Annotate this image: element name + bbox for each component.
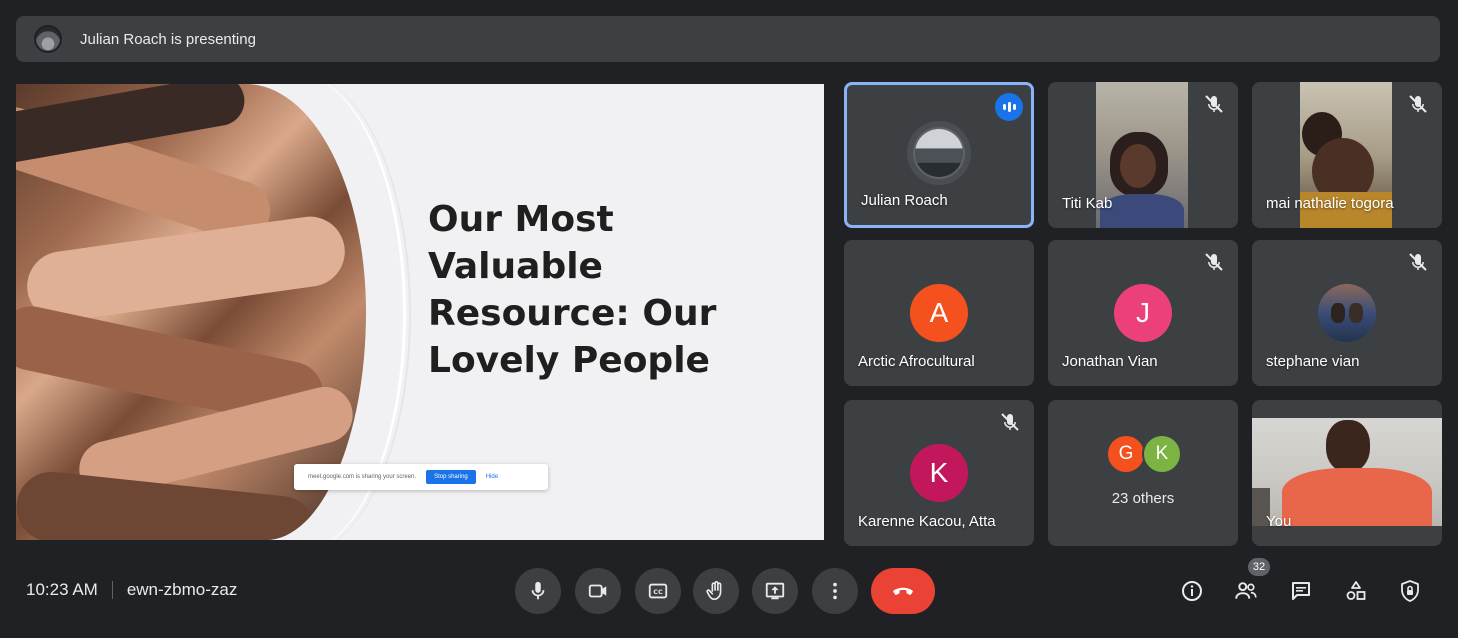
end-call-icon: [893, 587, 913, 595]
people-button[interactable]: [1229, 574, 1263, 608]
meeting-time: 10:23 AM: [26, 580, 98, 599]
svg-text:CC: CC: [653, 588, 663, 596]
activities-button[interactable]: [1339, 574, 1373, 608]
captions-button[interactable]: CC: [635, 568, 681, 614]
participant-name: You: [1266, 513, 1292, 530]
share-message: meet.google.com is sharing your screen.: [308, 474, 417, 480]
avatar: K: [910, 444, 968, 502]
participant-name: Julian Roach: [861, 192, 948, 209]
slide-title: Our Most Valuable Resource: Our Lovely P…: [428, 199, 717, 381]
present-screen-icon: [765, 582, 785, 600]
camera-icon: [588, 584, 607, 598]
others-count-label: 23 others: [1111, 490, 1175, 507]
presenter-avatar: [34, 25, 62, 53]
more-options-button[interactable]: [812, 568, 858, 614]
participant-tile-titi-kab[interactable]: Titi Kab: [1048, 82, 1238, 228]
self-video: [1252, 418, 1442, 526]
avatar: A: [910, 284, 968, 342]
participant-tile-jonathan-vian[interactable]: J Jonathan Vian: [1048, 240, 1238, 386]
hide-button[interactable]: Hide: [486, 474, 498, 480]
participant-name: mai nathalie togora: [1266, 195, 1394, 212]
more-options-icon: [833, 582, 837, 600]
mic-icon: [531, 581, 545, 600]
leave-call-button[interactable]: [871, 568, 935, 614]
raise-hand-icon: [706, 581, 722, 601]
screen-share-notice: meet.google.com is sharing your screen. …: [294, 464, 548, 490]
participant-count-badge: 32: [1248, 558, 1270, 576]
chat-icon: [1292, 582, 1310, 600]
present-screen-button[interactable]: [752, 568, 798, 614]
meeting-code: ewn-zbmo-zaz: [126, 580, 238, 599]
mute-icon: [1205, 253, 1223, 271]
participant-tile-julian-roach[interactable]: Julian Roach: [844, 82, 1034, 228]
participant-tile-you[interactable]: You: [1252, 400, 1442, 546]
raise-hand-button[interactable]: [693, 568, 739, 614]
participant-name: stephane vian: [1266, 353, 1360, 370]
participant-name: Titi Kab: [1062, 195, 1113, 212]
others-tile[interactable]: G K 23 others: [1048, 400, 1238, 546]
participant-tile-mai-nathalie-togora[interactable]: mai nathalie togora: [1252, 82, 1442, 228]
camera-button[interactable]: [575, 568, 621, 614]
presenting-banner: Julian Roach is presenting: [16, 16, 1440, 62]
participant-name: Karenne Kacou, Atta: [858, 513, 996, 530]
mute-icon: [1001, 413, 1019, 431]
meeting-details: 10:23 AM ewn-zbmo-zaz: [26, 580, 237, 600]
participant-name: Arctic Afrocultural: [858, 353, 975, 370]
divider: [111, 581, 113, 599]
activities-icon: [1346, 581, 1366, 600]
mute-icon: [1409, 253, 1427, 271]
host-controls-icon: [1401, 580, 1419, 602]
host-controls-button[interactable]: [1393, 574, 1427, 608]
speaking-indicator-icon: [995, 93, 1023, 121]
presenting-text: Julian Roach is presenting: [80, 30, 256, 48]
avatar: G: [1106, 434, 1146, 474]
meeting-info-button[interactable]: [1175, 574, 1209, 608]
avatar: K: [1142, 434, 1182, 474]
participant-tile-karenne-kacou[interactable]: K Karenne Kacou, Atta: [844, 400, 1034, 546]
chat-button[interactable]: [1284, 574, 1318, 608]
people-icon: [1235, 582, 1257, 599]
avatar: J: [1114, 284, 1172, 342]
meeting-toolbar: 10:23 AM ewn-zbmo-zaz CC 32: [0, 550, 1458, 638]
avatar: [1318, 284, 1376, 342]
mute-icon: [1205, 95, 1223, 113]
avatar: [907, 121, 971, 185]
mic-button[interactable]: [515, 568, 561, 614]
captions-icon: CC: [648, 583, 668, 599]
mute-icon: [1409, 95, 1427, 113]
participant-tile-arctic-afrocultural[interactable]: A Arctic Afrocultural: [844, 240, 1034, 386]
participant-name: Jonathan Vian: [1062, 353, 1158, 370]
stop-sharing-button[interactable]: Stop sharing: [426, 470, 476, 484]
info-icon: [1182, 581, 1202, 601]
participant-tile-stephane-vian[interactable]: stephane vian: [1252, 240, 1442, 386]
shared-screen[interactable]: Our Most Valuable Resource: Our Lovely P…: [16, 84, 824, 540]
